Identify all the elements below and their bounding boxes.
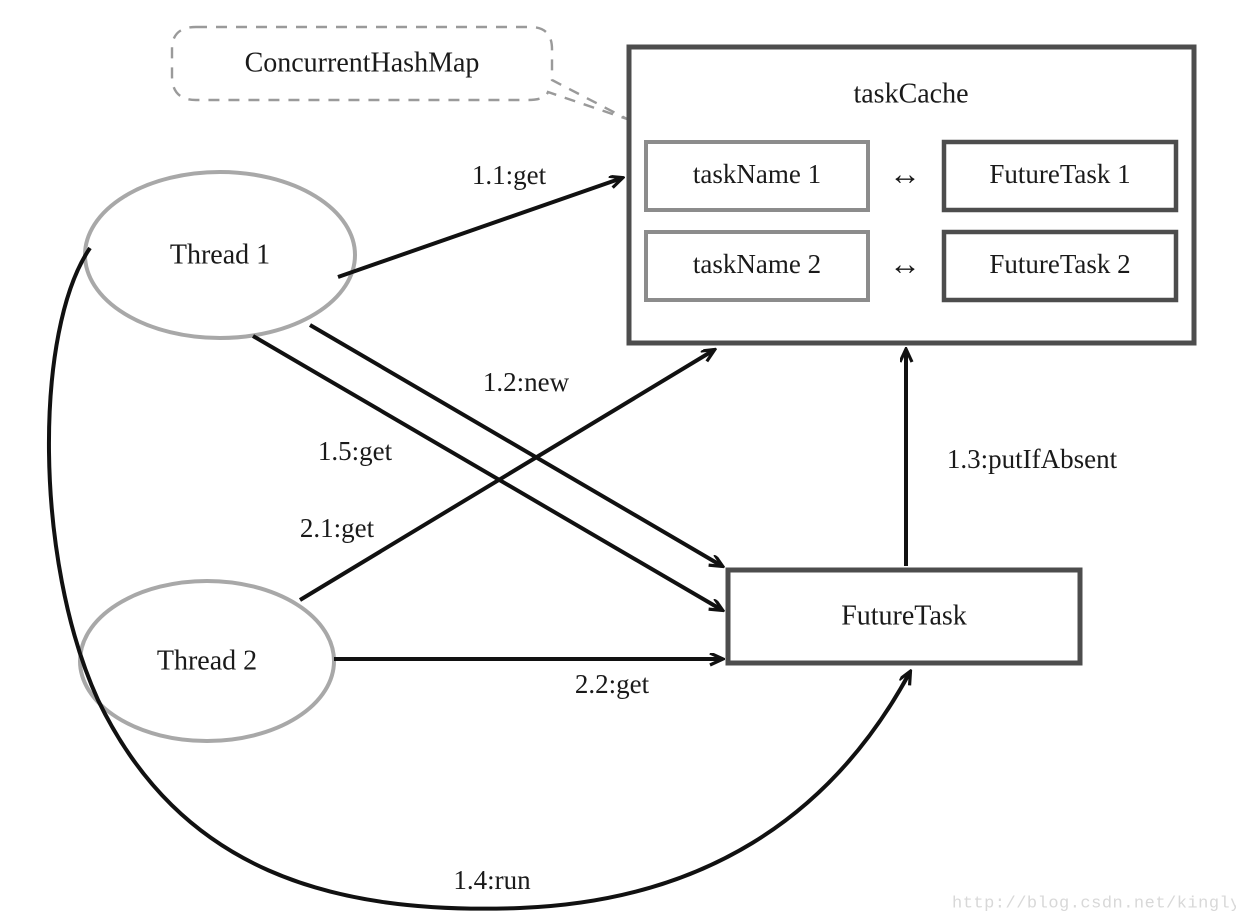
callout-label: ConcurrentHashMap: [245, 47, 480, 78]
futuretask-label: FutureTask: [841, 600, 967, 631]
diagram-canvas: ConcurrentHashMap taskCache taskName 1 ↔…: [47, 25, 1236, 913]
futuretask-node: FutureTask: [725, 567, 1083, 666]
link-arrow-2-icon: ↔: [889, 245, 921, 281]
taskcache-box: taskCache taskName 1 ↔ FutureTask 1 task…: [626, 44, 1197, 346]
edge-2-2-get: 2.2:get: [334, 659, 722, 699]
edge-1-3-putifabsent: 1.3:putIfAbsent: [906, 350, 1118, 566]
futuretask-1-label: FutureTask 1: [989, 159, 1130, 189]
thread-1-label: Thread 1: [170, 239, 270, 270]
edge-1-4-label: 1.4:run: [453, 865, 531, 895]
edge-1-2-new: 1.2:new: [251, 334, 722, 610]
taskcache-title: taskCache: [853, 78, 968, 109]
edge-1-5-label: 1.5:get: [318, 436, 393, 466]
edge-2-2-label: 2.2:get: [575, 669, 650, 699]
watermark-text: http://blog.csdn.net/kingly jn: [952, 894, 1236, 913]
edge-2-1-label: 2.1:get: [300, 513, 375, 543]
edge-1-1-get: 1.1:get: [337, 160, 622, 279]
taskname-1-label: taskName 1: [693, 159, 821, 189]
taskname-2-label: taskName 2: [693, 249, 821, 279]
edge-1-1-label: 1.1:get: [472, 160, 547, 190]
edge-1-3-label: 1.3:putIfAbsent: [947, 444, 1118, 474]
thread-2-label: Thread 2: [157, 645, 257, 676]
edge-1-1-line: [337, 178, 622, 279]
link-arrow-1-icon: ↔: [889, 155, 921, 191]
thread-1-node: Thread 1: [83, 170, 357, 340]
callout-concurrenthashmap: ConcurrentHashMap: [170, 25, 628, 121]
futuretask-2-label: FutureTask 2: [989, 249, 1130, 279]
edge-1-2-label: 1.2:new: [483, 367, 570, 397]
thread-2-node: Thread 2: [78, 579, 336, 743]
